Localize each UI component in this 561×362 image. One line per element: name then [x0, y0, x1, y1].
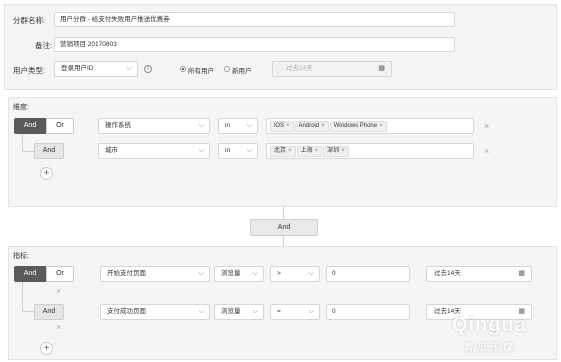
dimension-operator-select[interactable]: in ⌵ [218, 143, 258, 159]
chevron-down-icon: ⌵ [308, 308, 314, 315]
metric-event-select[interactable]: 支付成功页面 ⌵ [100, 304, 210, 320]
delete-row-icon[interactable]: × [484, 121, 489, 131]
metric-event-value: 支付成功页面 [107, 308, 146, 315]
value-tag: Android × [294, 121, 329, 132]
dimension-field-value: 城市 [105, 147, 118, 154]
section-connector-line [283, 236, 284, 246]
radio-new-users-label: 新用户 [232, 68, 252, 75]
watermark-brand: Qingua [452, 314, 527, 336]
metric-operator-select[interactable]: = ⌵ [270, 304, 320, 320]
calendar-icon: ▦ [518, 270, 525, 277]
dimension-values-input[interactable]: iOS × Android × Windows Phone × [266, 118, 474, 134]
chevron-down-icon: ⌵ [252, 308, 258, 315]
value-tag: 上海 × [296, 146, 323, 157]
user-type-select[interactable]: 登录用户ID ⌵ [54, 61, 138, 77]
info-icon[interactable]: i [144, 65, 152, 73]
metric-measure-select[interactable]: 浏览量 ⌵ [214, 266, 264, 282]
date-range-input-disabled: 过去14天 ▦ [272, 61, 392, 77]
metric-value-input[interactable]: 0 [326, 304, 410, 320]
remove-tag-icon[interactable]: × [341, 148, 345, 154]
dimension-values-input[interactable]: 北京 × 上海 × 深圳 × [266, 143, 474, 159]
dimension-sub-and-button[interactable]: And [34, 143, 64, 159]
watermark-subtitle: 青瓜传媒 [464, 343, 516, 354]
tree-connector [22, 282, 23, 312]
radio-all-users[interactable] [180, 66, 186, 72]
tree-connector [22, 151, 34, 152]
segment-name-label: 分群名称: [13, 16, 46, 25]
segment-name-input[interactable]: 用户分群 - 给支付失败用户推送优惠券 [54, 12, 455, 27]
remove-tag-icon[interactable]: × [315, 148, 319, 154]
note-label: 备注: [35, 41, 53, 50]
calendar-icon: ▦ [378, 65, 385, 72]
value-tag: iOS × [270, 121, 294, 132]
metric-event-select[interactable]: 开始支付页面 ⌵ [100, 266, 210, 282]
chevron-down-icon: ⌵ [198, 147, 204, 154]
chevron-down-icon: ⌵ [126, 65, 132, 72]
radio-new-users[interactable] [224, 66, 230, 72]
delete-row-icon[interactable]: × [56, 322, 61, 332]
tree-connector [22, 311, 34, 312]
remove-tag-icon[interactable]: × [321, 123, 325, 129]
metric-measure-value: 浏览量 [221, 308, 241, 315]
metric-and-toggle[interactable]: And [14, 266, 46, 282]
metric-section-label: 指标: [13, 253, 29, 260]
dimension-operator-value: in [225, 122, 231, 129]
remove-tag-icon[interactable]: × [288, 148, 292, 154]
chevron-down-icon: ⌵ [198, 308, 204, 315]
tree-connector [22, 134, 23, 152]
user-type-label: 用户类型: [13, 66, 46, 75]
metric-value-input[interactable]: 0 [326, 266, 410, 282]
remove-tag-icon[interactable]: × [379, 123, 383, 129]
chevron-down-icon: ⌵ [198, 122, 204, 129]
delete-row-icon[interactable]: × [484, 146, 489, 156]
user-type-value: 登录用户ID [61, 65, 94, 72]
remove-tag-icon[interactable]: × [286, 123, 290, 129]
dimension-field-value: 操作系统 [105, 122, 131, 129]
chevron-down-icon: ⌵ [308, 270, 314, 277]
dimension-field-select[interactable]: 操作系统 ⌵ [98, 118, 210, 134]
metric-or-toggle[interactable]: Or [46, 266, 74, 282]
chevron-down-icon: ⌵ [198, 270, 204, 277]
chevron-down-icon: ⌵ [252, 270, 258, 277]
section-connector-line [283, 207, 284, 219]
chevron-down-icon: ⌵ [246, 147, 252, 154]
section-and-connector-button[interactable]: And [250, 219, 318, 236]
dimension-and-toggle[interactable]: And [14, 118, 46, 134]
metric-sub-and-button[interactable]: And [34, 304, 64, 320]
value-tag: 北京 × [270, 146, 296, 157]
add-dimension-icon[interactable]: + [40, 167, 53, 180]
dimension-or-toggle[interactable]: Or [46, 118, 74, 134]
metric-operator-value: = [277, 308, 281, 315]
dimension-section-label: 维度: [13, 104, 29, 111]
value-tag: 深圳 × [323, 146, 349, 157]
value-tag: Windows Phone × [329, 121, 387, 132]
metric-measure-value: 浏览量 [221, 270, 241, 277]
dimension-operator-select[interactable]: in ⌵ [218, 118, 258, 134]
metric-date-value: 过去14天 [434, 270, 461, 277]
dimension-field-select[interactable]: 城市 ⌵ [98, 143, 210, 159]
delete-row-icon[interactable]: × [56, 286, 61, 296]
metric-operator-select[interactable]: > ⌵ [270, 266, 320, 282]
chevron-down-icon: ⌵ [246, 122, 252, 129]
dimension-operator-value: in [225, 147, 231, 154]
metric-operator-value: > [277, 270, 281, 277]
date-range-placeholder: 过去14天 [286, 65, 313, 72]
add-metric-icon[interactable]: + [40, 342, 53, 355]
metric-event-value: 开始支付页面 [107, 270, 146, 277]
radio-all-users-label: 所有用户 [188, 68, 214, 75]
note-input[interactable]: 营销项目 20170803 [54, 37, 455, 52]
metric-measure-select[interactable]: 浏览量 ⌵ [214, 304, 264, 320]
metric-date-input[interactable]: 过去14天 ▦ [426, 266, 532, 282]
